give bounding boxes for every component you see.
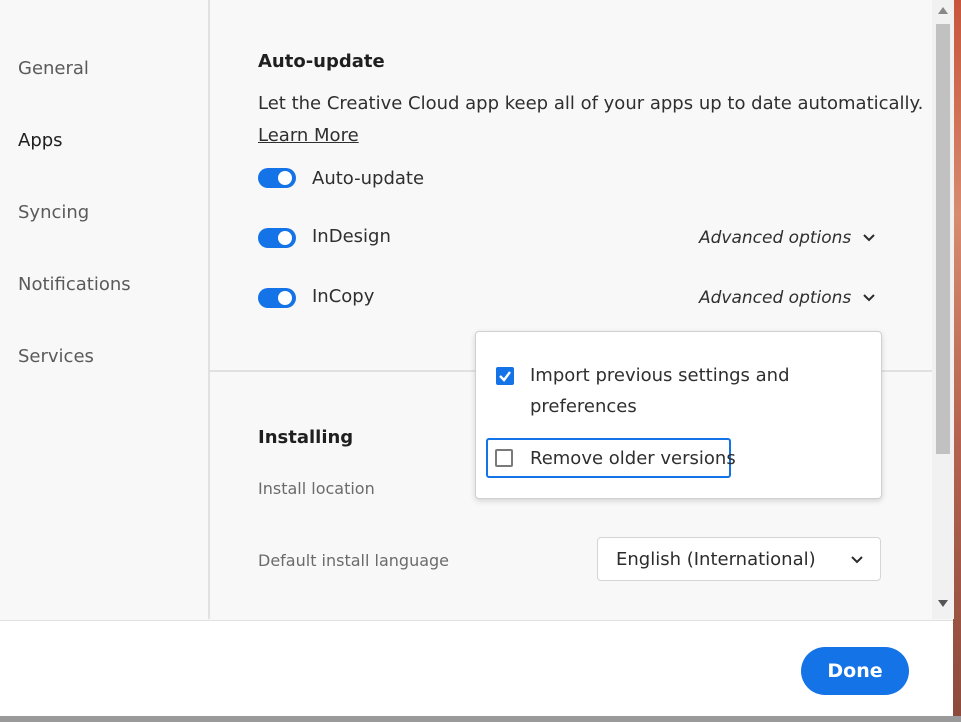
sidebar-item-general[interactable]: General [18, 58, 89, 79]
remove-older-versions-label: Remove older versions [530, 448, 736, 469]
background-edge [953, 0, 961, 716]
chevron-down-icon [851, 556, 863, 564]
window-bottom-edge [0, 716, 961, 722]
chevron-down-icon[interactable] [860, 229, 878, 247]
incopy-advanced-options[interactable]: Advanced options [699, 288, 851, 308]
main-content: Auto-update Let the Creative Cloud app k… [210, 0, 932, 619]
scrollbar[interactable] [932, 0, 954, 619]
scroll-down-icon[interactable] [938, 600, 948, 608]
sidebar-item-syncing[interactable]: Syncing [18, 202, 89, 223]
auto-update-toggle[interactable] [258, 168, 296, 188]
indesign-toggle[interactable] [258, 228, 296, 248]
import-settings-checkbox[interactable] [496, 367, 514, 385]
incopy-toggle[interactable] [258, 288, 296, 308]
import-settings-label-line1: Import previous settings and [530, 365, 790, 386]
default-language-value: English (International) [616, 549, 816, 570]
learn-more-link[interactable]: Learn More [258, 125, 359, 146]
sidebar-item-apps[interactable]: Apps [18, 130, 63, 151]
auto-update-description: Let the Creative Cloud app keep all of y… [258, 93, 924, 114]
install-location-label: Install location [258, 479, 375, 498]
chevron-down-icon[interactable] [860, 289, 878, 307]
indesign-advanced-options[interactable]: Advanced options [699, 228, 851, 248]
installing-heading: Installing [258, 427, 354, 448]
sidebar: General Apps Syncing Notifications Servi… [0, 0, 210, 619]
sidebar-item-services[interactable]: Services [18, 346, 94, 367]
footer: Done [0, 620, 953, 717]
indesign-toggle-label: InDesign [312, 226, 391, 247]
incopy-toggle-label: InCopy [312, 286, 375, 307]
sidebar-item-notifications[interactable]: Notifications [18, 274, 131, 295]
import-settings-label-line2: preferences [530, 396, 637, 417]
done-button[interactable]: Done [801, 647, 909, 695]
auto-update-toggle-label: Auto-update [312, 168, 425, 189]
advanced-options-popover: Import previous settings and preferences… [475, 331, 882, 499]
scroll-thumb[interactable] [936, 24, 950, 454]
remove-older-versions-checkbox[interactable] [495, 449, 513, 467]
default-language-select[interactable]: English (International) [597, 537, 881, 581]
scroll-up-icon[interactable] [938, 6, 948, 14]
default-language-label: Default install language [258, 551, 450, 570]
auto-update-heading: Auto-update [258, 51, 385, 72]
checkmark-icon [499, 371, 511, 382]
